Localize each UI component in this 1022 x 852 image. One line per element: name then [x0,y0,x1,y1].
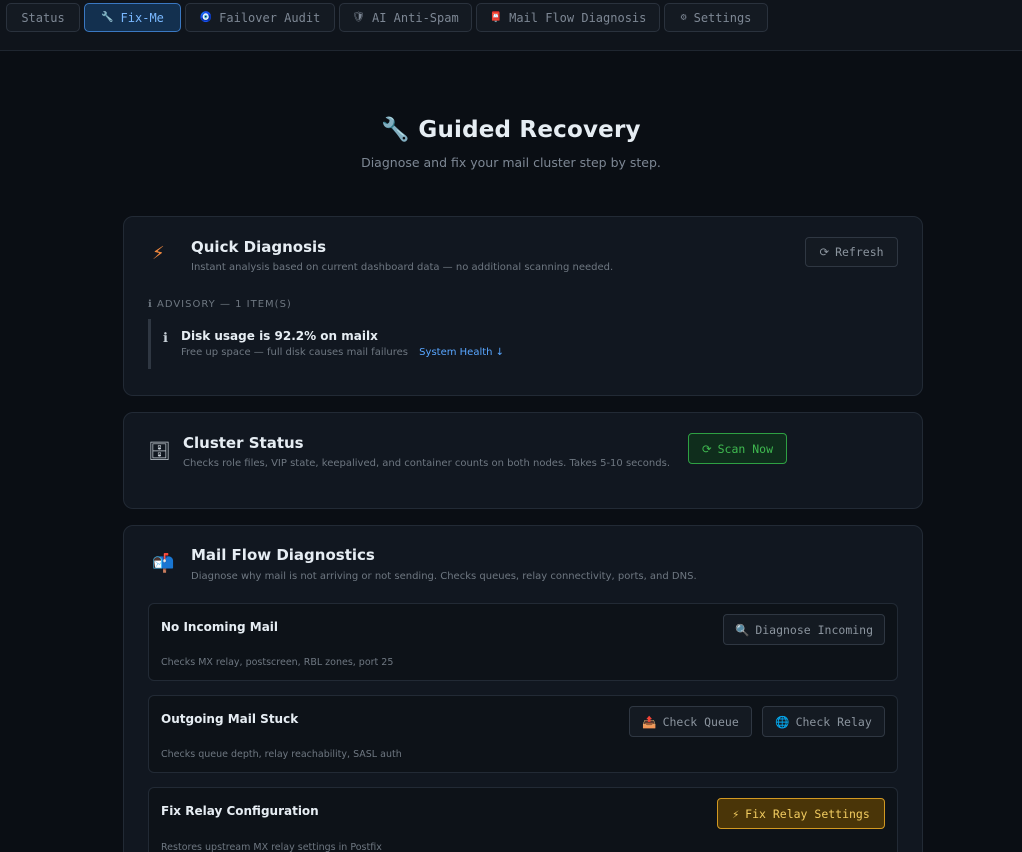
tab-mail-flow-diagnosis[interactable]: 📮 Mail Flow Diagnosis [476,3,660,32]
info-icon: ℹ [163,331,168,346]
tab-failover-audit-label: Failover Audit [219,10,321,25]
fix-relay-desc: Restores upstream MX relay settings in P… [161,842,382,852]
cluster-status-title: Cluster Status [183,434,304,452]
mail-flow-subtitle: Diagnose why mail is not arriving or not… [191,571,697,582]
fix-relay-settings-button[interactable]: ⚡ Fix Relay Settings [717,798,885,829]
system-health-link[interactable]: System Health ↓ [419,347,504,358]
check-relay-label: Check Relay [795,714,872,729]
no-incoming-mail-panel: No Incoming Mail Checks MX relay, postsc… [148,603,898,681]
fix-relay-settings-label: Fix Relay Settings [745,806,870,821]
wrench-icon: 🔧 [101,12,114,23]
lightning-icon: ⚡ [732,806,740,821]
lightning-icon: ⚡ [152,243,165,264]
advisory-description: Free up space — full disk causes mail fa… [181,347,408,358]
quick-diagnosis-title: Quick Diagnosis [191,238,327,256]
outgoing-mail-stuck-desc: Checks queue depth, relay reachability, … [161,749,402,760]
tab-settings[interactable]: ⚙ Settings [664,3,768,32]
mail-flow-card: 📬 Mail Flow Diagnostics Diagnose why mai… [123,525,923,852]
tab-failover-audit[interactable]: 🧿 Failover Audit [185,3,335,32]
cluster-status-card: 🗄 Cluster Status Checks role files, VIP … [123,412,923,509]
outgoing-mail-stuck-title: Outgoing Mail Stuck [161,712,299,726]
check-queue-button[interactable]: 📤 Check Queue [629,706,752,737]
tab-mail-flow-diagnosis-label: Mail Flow Diagnosis [509,10,647,25]
gear-icon: ⚙ [680,12,687,23]
globe-icon: 🌐 [775,714,790,729]
advisory-label: ℹ ADVISORY — 1 ITEM(S) [148,299,292,310]
check-queue-label: Check Queue [662,714,739,729]
postbox-icon: 📮 [489,12,503,23]
refresh-icon: ⟳ [701,441,712,456]
tab-fix-me[interactable]: 🔧 Fix-Me [84,3,181,32]
wrench-icon: 🔧 [381,117,411,143]
quick-diagnosis-subtitle: Instant analysis based on current dashbo… [191,262,614,273]
shield-icon: 🛡 [352,12,365,23]
cluster-status-subtitle: Checks role files, VIP state, keepalived… [183,458,671,469]
fix-relay-title: Fix Relay Configuration [161,804,319,818]
no-incoming-mail-title: No Incoming Mail [161,620,279,634]
page-title-text: Guided Recovery [418,117,641,143]
advisory-title: Disk usage is 92.2% on mailx [181,329,378,343]
mail-flow-title: Mail Flow Diagnostics [191,546,375,564]
tab-fix-me-label: Fix-Me [120,10,164,25]
top-nav: Status 🔧 Fix-Me 🧿 Failover Audit 🛡 AI An… [0,0,1022,51]
no-incoming-mail-desc: Checks MX relay, postscreen, RBL zones, … [161,657,394,668]
tab-status[interactable]: Status [6,3,80,32]
eye-icon: 🧿 [199,12,213,23]
scan-now-button[interactable]: ⟳ Scan Now [688,433,787,464]
check-relay-button[interactable]: 🌐 Check Relay [762,706,885,737]
refresh-label: Refresh [835,245,884,259]
scan-now-label: Scan Now [717,441,774,456]
server-icon: 🗄 [148,441,171,462]
fix-relay-panel: Fix Relay Configuration Restores upstrea… [148,787,898,852]
refresh-icon: ⟳ [819,245,830,259]
tab-ai-anti-spam-label: AI Anti-Spam [372,10,459,25]
tab-settings-label: Settings [693,10,752,25]
diagnose-incoming-button[interactable]: 🔍 Diagnose Incoming [723,614,885,645]
search-icon: 🔍 [734,622,750,637]
quick-diagnosis-card: ⚡ Quick Diagnosis Instant analysis based… [123,216,923,396]
tab-ai-anti-spam[interactable]: 🛡 AI Anti-Spam [339,3,472,32]
advisory-item: ℹ Disk usage is 92.2% on mailx Free up s… [148,319,568,369]
tab-status-label: Status [21,10,65,25]
outgoing-mail-stuck-panel: Outgoing Mail Stuck Checks queue depth, … [148,695,898,773]
diagnose-incoming-label: Diagnose Incoming [755,622,874,637]
page-title: 🔧 Guided Recovery [0,116,1022,143]
page-subtitle: Diagnose and fix your mail cluster step … [361,155,661,170]
advisory-text: Free up space — full disk causes mail fa… [181,347,504,358]
refresh-button[interactable]: ⟳ Refresh [805,237,898,267]
outbox-icon: 📤 [642,714,657,729]
mailbox-icon: 📬 [152,553,175,574]
